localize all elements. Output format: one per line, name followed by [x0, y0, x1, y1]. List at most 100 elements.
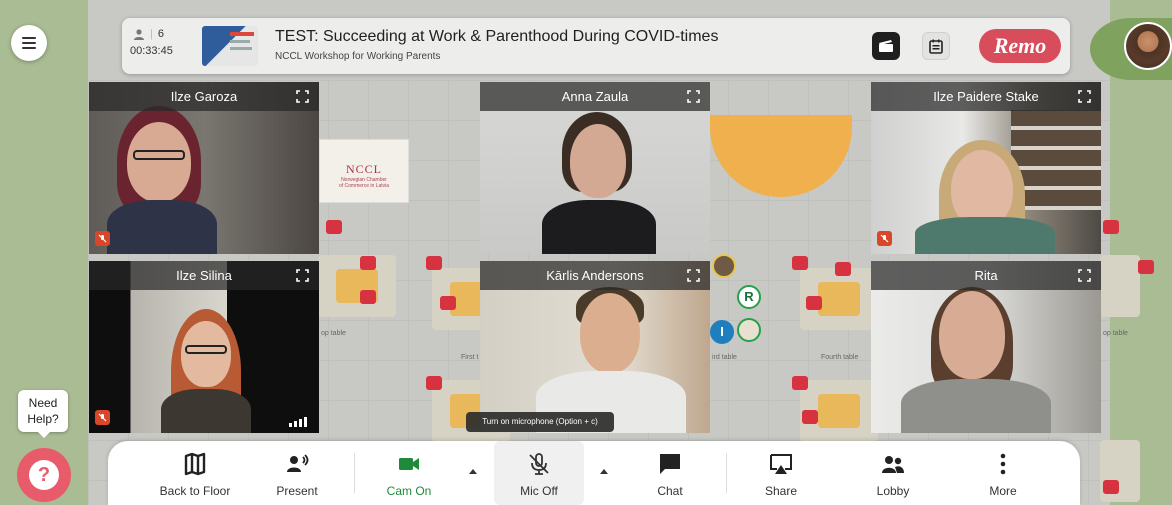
table-label: First t	[461, 354, 479, 361]
help-icon: ?	[29, 460, 59, 490]
chair	[426, 376, 442, 390]
guest-avatar[interactable]: I	[710, 320, 734, 344]
present-button[interactable]: Present	[252, 441, 342, 505]
help-button[interactable]: ?	[17, 448, 71, 502]
sponsor-sign-sub2: of Commerce in Latvia	[338, 183, 390, 189]
mic-muted-badge	[95, 231, 110, 246]
chair	[360, 290, 376, 304]
mic-off-icon	[98, 413, 107, 422]
attendee-count: 6	[157, 28, 164, 40]
remo-logo: Remo	[979, 29, 1061, 63]
chair	[426, 256, 442, 270]
screen-share-icon	[770, 454, 792, 474]
participant-name: Ilze Garoza	[89, 82, 319, 111]
table-label: op table	[321, 330, 346, 337]
agenda-button[interactable]	[922, 32, 950, 60]
participant-name: Ilze Silina	[89, 261, 319, 290]
chat-icon	[660, 454, 680, 474]
event-thumbnail[interactable]	[202, 26, 258, 66]
table-label: op table	[1103, 330, 1128, 337]
share-label: Share	[764, 484, 798, 498]
floor-table[interactable]	[1100, 255, 1140, 317]
camera-label: Cam On	[386, 484, 432, 498]
calendar-icon	[929, 39, 943, 54]
table-label: ird table	[712, 354, 737, 361]
mic-muted-badge	[877, 231, 892, 246]
chair	[440, 296, 456, 310]
event-stats: | 6 00:33:45	[130, 26, 190, 66]
lobby-label: Lobby	[876, 484, 910, 498]
chair	[1103, 220, 1119, 234]
event-header: | 6 00:33:45 TEST: Succeeding at Work & …	[122, 18, 1070, 74]
guest-avatar[interactable]	[712, 254, 736, 278]
clapperboard-button[interactable]	[872, 32, 900, 60]
clapperboard-icon	[879, 40, 893, 52]
chair	[806, 296, 822, 310]
video-camera-icon	[399, 458, 419, 470]
back-to-floor-button[interactable]: Back to Floor	[150, 441, 240, 505]
menu-icon	[22, 37, 36, 39]
map-icon	[184, 452, 206, 476]
camera-button[interactable]: Cam On	[364, 441, 454, 505]
video-tile[interactable]: Ilze Garoza	[89, 82, 319, 254]
expand-icon[interactable]	[687, 90, 700, 103]
sponsor-sign: NCCL Norwegian Chamber of Commerce in La…	[319, 139, 409, 203]
chair	[360, 256, 376, 270]
mic-tooltip: Turn on microphone (Option + c)	[466, 412, 614, 432]
participant-name: Ilze Paidere Stake	[871, 82, 1101, 111]
present-label: Present	[276, 484, 318, 498]
event-subtitle: NCCL Workshop for Working Parents	[275, 51, 441, 62]
people-icon	[882, 456, 904, 473]
video-tile[interactable]: Anna Zaula	[480, 82, 710, 254]
participant-name: Kārlis Andersons	[480, 261, 710, 290]
video-tile[interactable]: Ilze Silina	[89, 261, 319, 433]
guest-avatar[interactable]	[737, 318, 761, 342]
elapsed-time: 00:33:45	[130, 45, 173, 57]
chat-label: Chat	[657, 484, 683, 498]
chair	[326, 220, 342, 234]
share-button[interactable]: Share	[736, 441, 826, 505]
need-help-line2: Help?	[27, 412, 59, 426]
present-icon	[287, 454, 309, 472]
participant-name: Rita	[871, 261, 1101, 290]
expand-icon[interactable]	[296, 269, 309, 282]
chair	[1103, 480, 1119, 494]
expand-icon[interactable]	[1078, 90, 1091, 103]
expand-icon[interactable]	[296, 90, 309, 103]
chair	[792, 256, 808, 270]
event-title: TEST: Succeeding at Work & Parenthood Du…	[275, 28, 719, 45]
more-vertical-icon	[1000, 453, 1006, 475]
video-tile[interactable]: Rita	[871, 261, 1101, 433]
chair	[792, 376, 808, 390]
chat-button[interactable]: Chat	[625, 441, 715, 505]
need-help-line1: Need	[28, 396, 58, 410]
camera-options-caret-icon[interactable]	[469, 469, 477, 474]
person-icon	[134, 29, 144, 40]
mic-off-icon	[98, 234, 107, 243]
need-help-bubble[interactable]: Need Help?	[18, 390, 68, 438]
mic-muted-badge	[95, 410, 110, 425]
mic-off-icon	[529, 453, 549, 475]
video-tile[interactable]: Kārlis Andersons	[480, 261, 710, 433]
toolbar-divider	[726, 453, 727, 493]
expand-icon[interactable]	[1078, 269, 1091, 282]
chair	[835, 262, 851, 276]
participant-name: Anna Zaula	[480, 82, 710, 111]
more-label: More	[989, 484, 1017, 498]
guest-avatar[interactable]: R	[737, 285, 761, 309]
more-button[interactable]: More	[958, 441, 1048, 505]
signal-strength-icon	[289, 417, 307, 427]
floor-table[interactable]	[318, 255, 396, 317]
menu-button[interactable]	[11, 25, 47, 61]
expand-icon[interactable]	[687, 269, 700, 282]
video-tile[interactable]: Ilze Paidere Stake	[871, 82, 1101, 254]
sponsor-sign-name: NCCL	[345, 162, 382, 176]
back-to-floor-label: Back to Floor	[159, 484, 231, 498]
mic-options-caret-icon[interactable]	[600, 469, 608, 474]
microphone-button[interactable]: Mic Off	[494, 441, 584, 505]
chair	[1138, 260, 1154, 274]
toolbar-divider	[354, 453, 355, 493]
chair	[802, 410, 818, 424]
user-avatar[interactable]	[1124, 22, 1172, 70]
lobby-button[interactable]: Lobby	[848, 441, 938, 505]
